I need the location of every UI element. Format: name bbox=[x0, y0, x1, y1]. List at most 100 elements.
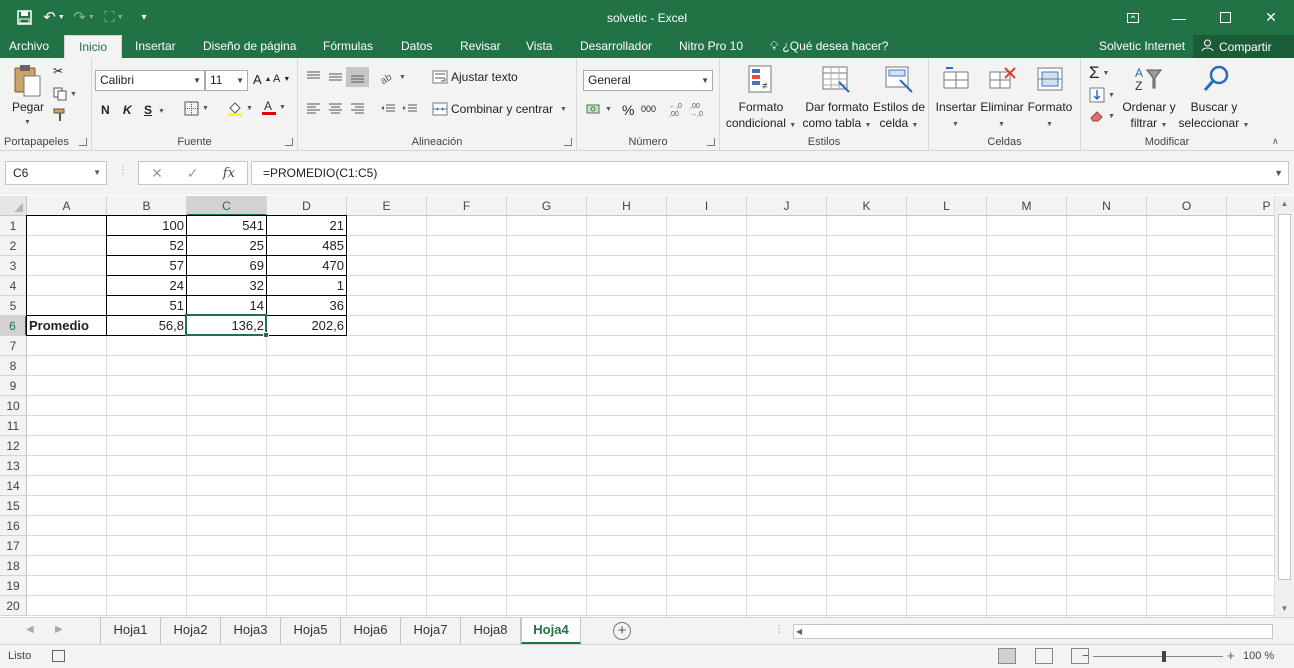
tab-archivo[interactable]: Archivo bbox=[9, 35, 49, 58]
increase-indent-icon[interactable] bbox=[402, 102, 418, 115]
macro-record-icon[interactable] bbox=[52, 650, 65, 662]
user-name[interactable]: Solvetic Internet bbox=[1099, 39, 1185, 53]
cell-d6[interactable]: 202,6 bbox=[267, 316, 346, 336]
cell-b6[interactable]: 56,8 bbox=[107, 316, 186, 336]
decrease-font-icon[interactable]: A ▼ bbox=[273, 73, 290, 85]
column-header-n[interactable]: N bbox=[1067, 196, 1147, 216]
increase-decimal-icon[interactable]: ←,0,00 bbox=[669, 101, 687, 117]
tab-nitro[interactable]: Nitro Pro 10 bbox=[679, 35, 743, 58]
cell-styles-icon[interactable] bbox=[884, 64, 914, 94]
align-left-icon[interactable] bbox=[306, 102, 321, 115]
zoom-in-icon[interactable]: + bbox=[1227, 648, 1235, 663]
row-header-5[interactable]: 5 bbox=[0, 296, 27, 316]
sheet-tab-hoja8[interactable]: Hoja8 bbox=[461, 618, 521, 644]
sort-filter-icon[interactable]: AZ bbox=[1133, 64, 1163, 94]
column-header-o[interactable]: O bbox=[1147, 196, 1227, 216]
fill-color-icon[interactable]: ▼ bbox=[227, 100, 253, 116]
sort-filter-label-1[interactable]: Ordenar y bbox=[1117, 99, 1181, 115]
cell-styles-label-1[interactable]: Estilos de bbox=[870, 99, 928, 115]
cut-icon[interactable]: ✂ bbox=[53, 64, 63, 78]
row-header-18[interactable]: 18 bbox=[0, 556, 27, 576]
insert-dropdown-icon[interactable]: ▼ bbox=[952, 117, 959, 133]
row-header-9[interactable]: 9 bbox=[0, 376, 27, 396]
tab-insertar[interactable]: Insertar bbox=[135, 35, 176, 58]
autosum-icon[interactable]: Σ ▼ bbox=[1089, 63, 1109, 83]
ribbon-display-icon[interactable] bbox=[1110, 0, 1156, 35]
align-top-icon[interactable] bbox=[306, 70, 321, 84]
name-box[interactable]: C6 ▼ bbox=[5, 161, 107, 185]
column-header-p[interactable]: P bbox=[1227, 196, 1274, 216]
cell-c1[interactable]: 541 bbox=[187, 216, 266, 236]
find-select-label-1[interactable]: Buscar y bbox=[1177, 99, 1251, 115]
vertical-scrollbar[interactable]: ▲ ▼ bbox=[1274, 196, 1294, 617]
cell-b2[interactable]: 52 bbox=[107, 236, 186, 256]
row-header-14[interactable]: 14 bbox=[0, 476, 27, 496]
zoom-out-icon[interactable]: − bbox=[1082, 648, 1090, 663]
font-launcher-icon[interactable] bbox=[285, 138, 293, 146]
row-header-19[interactable]: 19 bbox=[0, 576, 27, 596]
vertical-scroll-thumb[interactable] bbox=[1278, 214, 1291, 580]
row-header-13[interactable]: 13 bbox=[0, 456, 27, 476]
increase-font-icon[interactable]: A ▲ bbox=[253, 72, 272, 87]
maximize-icon[interactable] bbox=[1202, 0, 1248, 35]
decrease-indent-icon[interactable] bbox=[380, 102, 396, 115]
fill-icon[interactable]: ▼ bbox=[1089, 87, 1115, 103]
bold-button[interactable]: N bbox=[101, 103, 110, 117]
align-middle-icon[interactable] bbox=[328, 70, 343, 84]
tab-revisar[interactable]: Revisar bbox=[460, 35, 501, 58]
tab-datos[interactable]: Datos bbox=[401, 35, 432, 58]
row-header-8[interactable]: 8 bbox=[0, 356, 27, 376]
orientation-icon[interactable]: ab ▼ bbox=[380, 70, 406, 84]
collapse-ribbon-icon[interactable]: ∧ bbox=[1272, 136, 1279, 147]
normal-view-icon[interactable] bbox=[998, 648, 1016, 664]
cell-a6[interactable]: Promedio bbox=[27, 316, 106, 336]
add-sheet-icon[interactable]: + bbox=[613, 622, 631, 640]
format-table-label-1[interactable]: Dar formato bbox=[798, 99, 876, 115]
format-cells-button[interactable]: Formato bbox=[1025, 99, 1075, 115]
minimize-icon[interactable]: — bbox=[1156, 0, 1202, 35]
cell-d3[interactable]: 470 bbox=[267, 256, 346, 276]
confirm-entry-icon[interactable]: ✓ bbox=[187, 165, 199, 182]
merge-center-button[interactable]: Combinar y centrar ▼ bbox=[432, 102, 567, 116]
row-header-3[interactable]: 3 bbox=[0, 256, 27, 276]
delete-cells-icon[interactable] bbox=[987, 64, 1017, 94]
cell-d4[interactable]: 1 bbox=[267, 276, 346, 296]
copy-icon[interactable]: ▼ bbox=[53, 87, 77, 101]
find-select-icon[interactable] bbox=[1201, 64, 1231, 94]
tab-desarrollador[interactable]: Desarrollador bbox=[580, 35, 652, 58]
clipboard-launcher-icon[interactable] bbox=[79, 138, 87, 146]
font-color-icon[interactable]: A ▼ bbox=[262, 99, 286, 116]
percent-button[interactable]: % bbox=[622, 102, 634, 118]
column-header-b[interactable]: B bbox=[107, 196, 187, 216]
align-bottom-icon[interactable] bbox=[346, 67, 369, 87]
cell-b1[interactable]: 100 bbox=[107, 216, 186, 236]
cell-d2[interactable]: 485 bbox=[267, 236, 346, 256]
sheet-prev-icon[interactable]: ◀ bbox=[26, 624, 34, 635]
column-header-c[interactable]: C bbox=[187, 196, 267, 216]
delete-dropdown-icon[interactable]: ▼ bbox=[998, 117, 1005, 133]
paste-button[interactable]: Pegar bbox=[10, 99, 46, 115]
tab-inicio[interactable]: Inicio bbox=[64, 35, 123, 58]
alignment-launcher-icon[interactable] bbox=[564, 138, 572, 146]
formula-input[interactable]: =PROMEDIO(C1:C5) ▼ bbox=[251, 161, 1289, 185]
sheet-tab-hoja6[interactable]: Hoja6 bbox=[341, 618, 401, 644]
column-header-l[interactable]: L bbox=[907, 196, 987, 216]
cell-c5[interactable]: 14 bbox=[187, 296, 266, 316]
close-icon[interactable]: ✕ bbox=[1248, 0, 1294, 35]
thousands-button[interactable]: 000 bbox=[641, 104, 656, 114]
tab-split-grip-icon[interactable]: ⋮ bbox=[774, 624, 784, 635]
column-header-e[interactable]: E bbox=[347, 196, 427, 216]
horizontal-scrollbar[interactable]: ◀ bbox=[793, 624, 1273, 639]
row-header-15[interactable]: 15 bbox=[0, 496, 27, 516]
row-header-20[interactable]: 20 bbox=[0, 596, 27, 616]
row-header-12[interactable]: 12 bbox=[0, 436, 27, 456]
clear-icon[interactable]: ▼ bbox=[1089, 109, 1115, 123]
conditional-format-label-1[interactable]: Formato bbox=[722, 99, 800, 115]
column-header-j[interactable]: J bbox=[747, 196, 827, 216]
select-all-button[interactable] bbox=[0, 196, 27, 216]
scroll-up-icon[interactable]: ▲ bbox=[1275, 196, 1294, 212]
zoom-slider-knob[interactable] bbox=[1162, 651, 1166, 662]
column-header-k[interactable]: K bbox=[827, 196, 907, 216]
sheet-tab-hoja2[interactable]: Hoja2 bbox=[161, 618, 221, 644]
row-header-7[interactable]: 7 bbox=[0, 336, 27, 356]
